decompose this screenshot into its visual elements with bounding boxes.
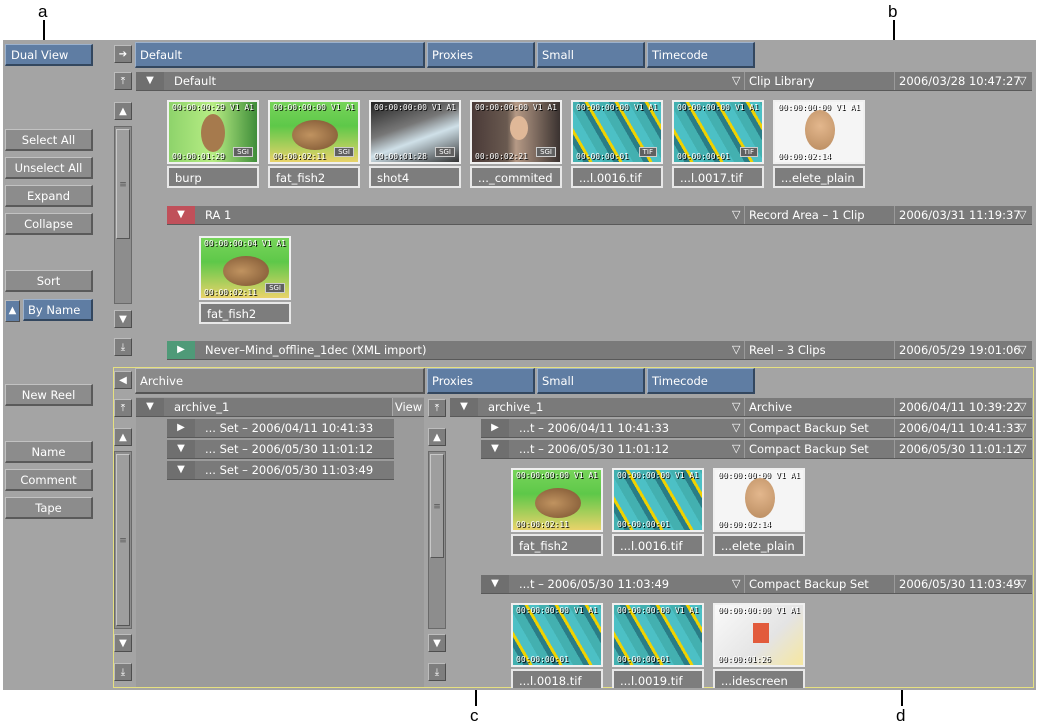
timecode-duration: 00:00:02:14 [718, 520, 771, 529]
timecode-in: 00:00:00:00 [273, 103, 326, 112]
timecode-duration: 00:00:01:26 [718, 655, 771, 664]
clip-name-label[interactable]: burp [167, 166, 259, 188]
clip-name-label[interactable]: ...idescreen [713, 669, 805, 688]
track-indicator: V1 A1 [775, 471, 800, 480]
clip-name-label[interactable]: fat_fish2 [268, 166, 360, 188]
format-badge: SGI [265, 283, 285, 293]
track-indicator: V1 A1 [734, 103, 759, 112]
clip-name-label[interactable]: ...l.0018.tif [511, 669, 603, 688]
timecode-in: 00:00:00:00 [778, 103, 831, 112]
clip-preview-image[interactable]: 00:00:00:00 V1 A1 00:00:01:26 [713, 603, 805, 667]
format-badge: SGI [435, 147, 455, 157]
callout-b: b [888, 2, 898, 21]
format-badge: TIF [739, 147, 758, 157]
callout-a-line [43, 20, 45, 42]
clip-thumbnail[interactable]: 00:00:00:29 V1 A1 00:00:01:29 SGI burp [167, 100, 259, 190]
clip-thumbnail[interactable]: 00:00:00:00 V1 A1 00:00:01:28 SGI shot4 [369, 100, 461, 190]
track-indicator: V1 A1 [775, 606, 800, 615]
track-indicator: V1 A1 [674, 471, 699, 480]
timecode-in: 00:00:00:00 [617, 471, 670, 480]
clip-name-label[interactable]: ...l.0019.tif [612, 669, 704, 688]
clip-name-label[interactable]: shot4 [369, 166, 461, 188]
clip-library-app: Dual View Select All Unselect All Expand… [3, 40, 1036, 690]
clip-preview-image[interactable]: 00:00:00:00 V1 A1 00:00:00:01 [612, 468, 704, 532]
track-indicator: V1 A1 [835, 103, 860, 112]
clip-thumbnail[interactable]: 00:00:00:00 V1 A1 00:00:00:01 ...l.0016.tif [612, 468, 704, 558]
clip-name-label[interactable]: ..._commited [470, 166, 562, 188]
clip-thumbnail[interactable]: 00:00:00:00 V1 A1 00:00:00:01 ...l.0019.tif [612, 603, 704, 688]
timecode-duration: 00:00:00:01 [617, 655, 670, 664]
clip-preview-image[interactable]: 00:00:00:00 V1 A1 00:00:02:11 [511, 468, 603, 532]
clip-thumbnail[interactable]: 00:00:00:00 V1 A1 00:00:01:26 ...idescreen [713, 603, 805, 688]
clip-name-label[interactable]: fat_fish2 [511, 534, 603, 556]
clip-preview-image[interactable]: 00:00:00:00 V1 A1 00:00:02:14 [773, 100, 865, 164]
track-indicator: V1 A1 [674, 606, 699, 615]
clip-name-label[interactable]: ...l.0017.tif [672, 166, 764, 188]
callout-c: c [470, 706, 479, 725]
clip-preview-image[interactable]: 00:00:00:00 V1 A1 00:00:00:01 [511, 603, 603, 667]
track-indicator: V1 A1 [330, 103, 355, 112]
clip-thumbnail[interactable]: 00:00:00:00 V1 A1 00:00:00:01 ...l.0018.tif [511, 603, 603, 688]
clip-preview-image[interactable]: 00:00:00:00 V1 A1 00:00:01:28 SGI [369, 100, 461, 164]
clip-preview-image[interactable]: 00:00:00:00 V1 A1 00:00:02:21 SGI [470, 100, 562, 164]
clip-name-label[interactable]: ...l.0016.tif [571, 166, 663, 188]
timecode-in: 00:00:00:00 [718, 471, 771, 480]
timecode-duration: 00:00:02:14 [778, 152, 831, 161]
clip-preview-image[interactable]: 00:00:00:00 V1 A1 00:00:02:11 SGI [268, 100, 360, 164]
clip-preview-image[interactable]: 00:00:00:29 V1 A1 00:00:01:29 SGI [167, 100, 259, 164]
clip-preview-image[interactable]: 00:00:00:00 V1 A1 00:00:00:01 [612, 603, 704, 667]
format-badge: SGI [536, 147, 556, 157]
callout-d: d [896, 706, 906, 725]
track-indicator: V1 A1 [573, 606, 598, 615]
clip-preview-image[interactable]: 00:00:00:04 V1 A1 00:00:02:11 SGI [199, 236, 291, 300]
timecode-in: 00:00:00:00 [576, 103, 629, 112]
timecode-in: 00:00:00:00 [677, 103, 730, 112]
timecode-duration: 00:00:01:29 [172, 152, 225, 161]
timecode-in: 00:00:00:04 [204, 239, 257, 248]
clip-preview-image[interactable]: 00:00:00:00 V1 A1 00:00:02:14 [713, 468, 805, 532]
clip-thumbnail[interactable]: 00:00:00:00 V1 A1 00:00:02:21 SGI ..._commit… [470, 100, 562, 190]
track-indicator: V1 A1 [261, 239, 286, 248]
format-badge: TIF [638, 147, 657, 157]
format-badge: SGI [334, 147, 354, 157]
clip-thumbnail[interactable]: 00:00:00:00 V1 A1 00:00:00:01 TIF ...l.0016.… [571, 100, 663, 190]
track-indicator: V1 A1 [229, 103, 254, 112]
timecode-duration: 00:00:00:01 [617, 520, 670, 529]
clip-thumbnail[interactable]: 00:00:00:00 V1 A1 00:00:00:01 TIF ...l.0017.… [672, 100, 764, 190]
timecode-in: 00:00:00:00 [374, 103, 427, 112]
timecode-duration: 00:00:00:01 [516, 655, 569, 664]
clip-preview-image[interactable]: 00:00:00:00 V1 A1 00:00:00:01 TIF [672, 100, 764, 164]
timecode-in: 00:00:00:00 [718, 606, 771, 615]
timecode-duration: 00:00:00:01 [677, 152, 730, 161]
track-indicator: V1 A1 [431, 103, 456, 112]
clip-name-label[interactable]: ...elete_plain [713, 534, 805, 556]
timecode-duration: 00:00:00:01 [576, 152, 629, 161]
clip-name-label[interactable]: ...l.0016.tif [612, 534, 704, 556]
timecode-duration: 00:00:01:28 [374, 152, 427, 161]
timecode-in: 00:00:00:29 [172, 103, 225, 112]
clip-thumbnail[interactable]: 00:00:00:00 V1 A1 00:00:02:11 SGI fat_fish2 [268, 100, 360, 190]
timecode-duration: 00:00:02:11 [204, 288, 257, 297]
format-badge: SGI [233, 147, 253, 157]
clip-preview-image[interactable]: 00:00:00:00 V1 A1 00:00:00:01 TIF [571, 100, 663, 164]
timecode-duration: 00:00:02:11 [273, 152, 326, 161]
clip-thumbnail[interactable]: 00:00:00:00 V1 A1 00:00:02:11 fat_fish2 [511, 468, 603, 558]
track-indicator: V1 A1 [633, 103, 658, 112]
track-indicator: V1 A1 [573, 471, 598, 480]
clip-thumbnail[interactable]: 00:00:00:04 V1 A1 00:00:02:11 SGI fat_fish2 [199, 236, 291, 326]
timecode-duration: 00:00:02:11 [516, 520, 569, 529]
timecode-in: 00:00:00:00 [516, 606, 569, 615]
timecode-in: 00:00:00:00 [516, 471, 569, 480]
clip-thumbnail[interactable]: 00:00:00:00 V1 A1 00:00:02:14 ...elete_plai… [713, 468, 805, 558]
clip-name-label[interactable]: ...elete_plain [773, 166, 865, 188]
track-indicator: V1 A1 [532, 103, 557, 112]
callout-a: a [38, 2, 48, 21]
timecode-in: 00:00:00:00 [475, 103, 528, 112]
clip-thumbnail[interactable]: 00:00:00:00 V1 A1 00:00:02:14 ...elete_plai… [773, 100, 865, 190]
timecode-in: 00:00:00:00 [617, 606, 670, 615]
clip-name-label[interactable]: fat_fish2 [199, 302, 291, 324]
timecode-duration: 00:00:02:21 [475, 152, 528, 161]
